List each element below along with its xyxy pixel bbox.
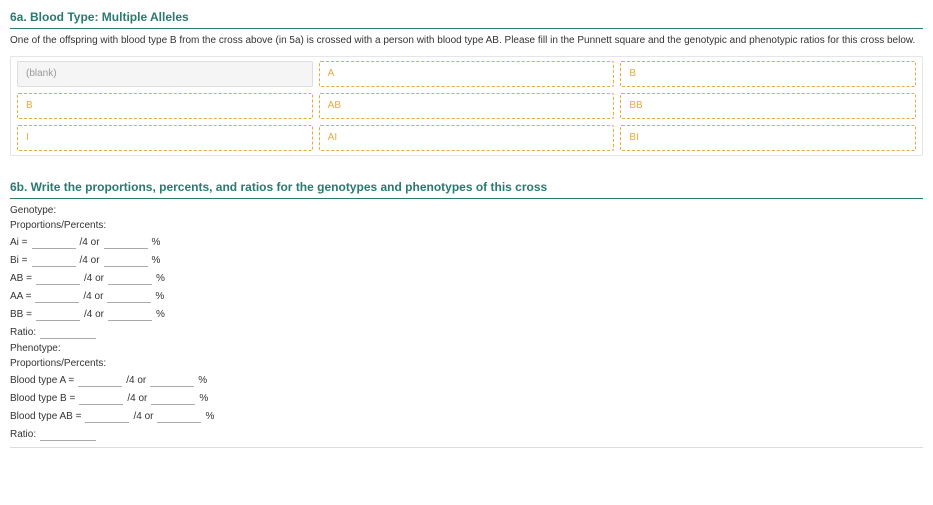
phenotype-line: Blood type A = /4 or % — [10, 373, 923, 387]
phenotype-line: Blood type B = /4 or % — [10, 391, 923, 405]
punnett-row: B AB BB — [13, 93, 920, 119]
genotype-percent-input[interactable] — [108, 271, 152, 285]
punnett-col-header[interactable]: B — [620, 61, 916, 87]
punnett-cell[interactable]: AB — [319, 93, 615, 119]
genotype-line: Bi = /4 or % — [10, 253, 923, 267]
genotype-mid: /4 or — [80, 237, 100, 248]
genotype-percent-input[interactable] — [107, 289, 151, 303]
punnett-cell[interactable]: BB — [620, 93, 916, 119]
section-6b-title: 6b. Write the proportions, percents, and… — [10, 180, 923, 199]
phenotype-end: % — [199, 393, 208, 404]
phenotype-ratio-label: Ratio: — [10, 429, 36, 440]
genotype-line: BB = /4 or % — [10, 307, 923, 321]
genotype-label: Ai = — [10, 237, 28, 248]
genotype-ratio-line: Ratio: — [10, 325, 923, 339]
section-6a-title: 6a. Blood Type: Multiple Alleles — [10, 10, 923, 29]
genotype-line: Ai = /4 or % — [10, 235, 923, 249]
phenotype-mid: /4 or — [126, 375, 146, 386]
genotype-end: % — [156, 273, 165, 284]
phenotype-mid: /4 or — [127, 393, 147, 404]
phenotype-line: Blood type AB = /4 or % — [10, 409, 923, 423]
phenotype-end: % — [198, 375, 207, 386]
genotype-label: AA = — [10, 291, 31, 302]
phenotype-numerator-input[interactable] — [78, 373, 122, 387]
phenotype-percent-input[interactable] — [151, 391, 195, 405]
punnett-col-header[interactable]: A — [319, 61, 615, 87]
punnett-row: I AI BI — [13, 125, 920, 151]
bottom-divider — [10, 447, 923, 448]
phenotype-subheading: Proportions/Percents: — [10, 358, 923, 369]
punnett-row-header[interactable]: I — [17, 125, 313, 151]
genotype-end: % — [152, 255, 161, 266]
phenotype-ratio-line: Ratio: — [10, 427, 923, 441]
genotype-heading: Genotype: — [10, 205, 923, 216]
genotype-percent-input[interactable] — [104, 235, 148, 249]
genotype-mid: /4 or — [84, 309, 104, 320]
phenotype-end: % — [205, 411, 214, 422]
genotype-numerator-input[interactable] — [36, 307, 80, 321]
punnett-header-row: (blank) A B — [13, 61, 920, 87]
genotype-mid: /4 or — [84, 273, 104, 284]
genotype-mid: /4 or — [83, 291, 103, 302]
phenotype-ratio-input[interactable] — [40, 427, 96, 441]
genotype-mid: /4 or — [80, 255, 100, 266]
phenotype-label: Blood type B = — [10, 393, 75, 404]
punnett-row-header[interactable]: B — [17, 93, 313, 119]
phenotype-label: Blood type A = — [10, 375, 74, 386]
punnett-cell[interactable]: BI — [620, 125, 916, 151]
genotype-numerator-input[interactable] — [32, 253, 76, 267]
genotype-ratio-label: Ratio: — [10, 327, 36, 338]
punnett-square: (blank) A B B AB BB I AI BI — [10, 56, 923, 156]
genotype-label: BB = — [10, 309, 32, 320]
genotype-numerator-input[interactable] — [32, 235, 76, 249]
genotype-end: % — [155, 291, 164, 302]
punnett-corner-blank[interactable]: (blank) — [17, 61, 313, 87]
genotype-numerator-input[interactable] — [36, 271, 80, 285]
phenotype-mid: /4 or — [133, 411, 153, 422]
genotype-end: % — [152, 237, 161, 248]
phenotype-label: Blood type AB = — [10, 411, 81, 422]
genotype-line: AA = /4 or % — [10, 289, 923, 303]
genotype-percent-input[interactable] — [104, 253, 148, 267]
genotype-line: AB = /4 or % — [10, 271, 923, 285]
genotype-end: % — [156, 309, 165, 320]
section-6a-instruction: One of the offspring with blood type B f… — [10, 35, 923, 46]
phenotype-numerator-input[interactable] — [79, 391, 123, 405]
genotype-label: AB = — [10, 273, 32, 284]
genotype-subheading: Proportions/Percents: — [10, 220, 923, 231]
phenotype-percent-input[interactable] — [157, 409, 201, 423]
genotype-numerator-input[interactable] — [35, 289, 79, 303]
phenotype-numerator-input[interactable] — [85, 409, 129, 423]
phenotype-heading: Phenotype: — [10, 343, 923, 354]
genotype-ratio-input[interactable] — [40, 325, 96, 339]
phenotype-percent-input[interactable] — [150, 373, 194, 387]
genotype-label: Bi = — [10, 255, 28, 266]
genotype-percent-input[interactable] — [108, 307, 152, 321]
punnett-cell[interactable]: AI — [319, 125, 615, 151]
